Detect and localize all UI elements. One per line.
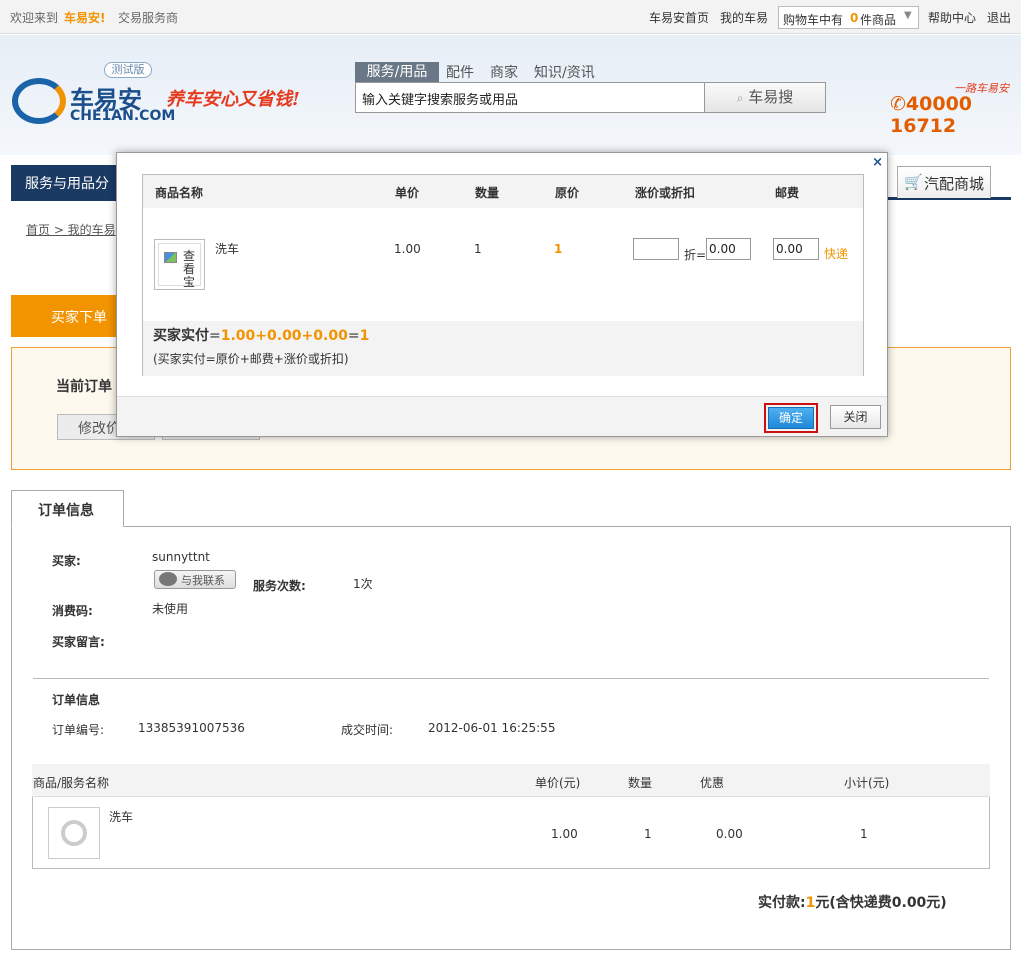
dth-name: 商品名称 [155,186,204,200]
service-provider-link[interactable]: 交易服务商 [118,9,178,26]
logout-link[interactable]: 退出 [987,9,1011,26]
deal-time-label: 成交时间: [341,723,394,737]
dth-adjust: 涨价或折扣 [635,186,696,200]
beta-badge: 测试版 [104,62,152,78]
discount-unit: 折= [684,248,707,262]
th-subtotal: 小计(元) [844,776,890,790]
dialog-item-orig: 1 [554,242,563,256]
order-info-section-title: 订单信息 [52,693,101,707]
formula-note: (买家实付=原价+邮费+涨价或折扣) [153,352,349,366]
th-discount: 优惠 [700,776,725,790]
dth-qty: 数量 [475,186,500,200]
buyer-label: 买家: [52,554,81,568]
order-no-label: 订单编号: [52,723,105,737]
cart-prefix: 购物车中有 [783,13,844,27]
buyer-pay-line: 买家实付=1.00+0.00+0.00=1 [153,328,370,344]
brand-link[interactable]: 车易安! [64,9,105,26]
help-link[interactable]: 帮助中心 [928,9,976,26]
cart-icon: 🛒 [904,173,923,191]
confirm-button-highlight[interactable]: 确定 [764,403,818,433]
th-unit-price: 单价(元) [535,776,581,790]
dialog-item-qty: 1 [474,242,482,256]
welcome-text: 欢迎来到 [10,11,59,25]
order-info-panel [11,526,1011,950]
modify-price-dialog: × 商品名称 单价 数量 原价 涨价或折扣 邮费 查看宝 洗车 1.00 1 1… [116,152,888,437]
th-quantity: 数量 [628,776,653,790]
cart-suffix: 件商品 [860,13,897,27]
item-price: 1.00 [551,827,578,841]
search-input[interactable]: 输入关键字搜索服务或用品 [355,82,705,113]
service-count-label: 服务次数: [253,579,306,593]
dialog-summary: 买家实付=1.00+0.00+0.00=1 (买家实付=原价+邮费+涨价或折扣) [143,321,863,376]
deal-time: 2012-06-01 16:25:55 [428,721,556,735]
order-no: 13385391007536 [138,721,245,735]
nav-category-menu[interactable]: 服务与用品分 [11,165,121,201]
chevron-down-icon: ▼ [904,10,912,21]
dth-price: 单价 [395,186,420,200]
order-info-tab[interactable]: 订单信息 [11,490,124,527]
consume-code-label: 消费码: [52,604,93,618]
item-name[interactable]: 洗车 [109,808,133,825]
cart-dropdown[interactable]: 购物车中有 0 件商品 ▼ [778,6,919,29]
home-link[interactable]: 车易安首页 [649,9,709,26]
service-count: 1次 [353,577,373,591]
discount-input[interactable] [633,238,679,260]
item-subtotal: 1 [860,827,868,841]
thumb-alt-text: 查看宝 [183,249,196,289]
discount-result-input[interactable] [706,238,751,260]
search-button-label: 车易搜 [748,88,794,106]
search-tab-parts[interactable]: 配件 [446,62,474,82]
image-icon [164,252,177,263]
dialog-item-thumbnail[interactable]: 查看宝 [154,239,205,290]
confirm-button[interactable]: 确定 [768,407,814,429]
dialog-table-header: 商品名称 单价 数量 原价 涨价或折扣 邮费 [143,175,863,208]
postage-input[interactable] [773,238,819,260]
my-cheyi-link[interactable]: 我的车易 [720,9,768,26]
phone-number: ✆40000 16712 [890,93,973,137]
current-order-label: 当前订单 [56,379,112,395]
close-icon[interactable]: × [872,155,883,170]
buyer-message-label: 买家留言: [52,635,105,649]
search-tab-services[interactable]: 服务/用品 [355,62,439,83]
section-divider [33,678,989,679]
breadcrumb[interactable]: 首页 > 我的车易 [26,221,116,238]
logo-domain: CHE1AN.COM [70,108,176,124]
dialog-item-name: 洗车 [215,242,240,256]
total-paid: 实付款:1元(含快递费0.00元) [758,895,947,911]
nav-parts-mall[interactable]: 🛒 汽配商城 [897,166,991,198]
contact-me-button[interactable]: 与我联系 [154,570,236,589]
buyer-order-tab[interactable]: 买家下单 [11,295,121,337]
slogan: 养车安心又省钱! [166,89,300,110]
dialog-item-price: 1.00 [394,242,421,256]
search-icon: ⌕ [736,91,744,105]
placeholder-logo-icon [61,820,87,846]
item-qty: 1 [644,827,652,841]
chat-icon [159,572,177,586]
close-button[interactable]: 关闭 [830,405,881,429]
postage-type: 快递 [824,247,849,261]
dialog-table: 商品名称 单价 数量 原价 涨价或折扣 邮费 查看宝 洗车 1.00 1 1 折… [142,174,864,376]
top-bar: 欢迎来到 车易安! 交易服务商 车易安首页 我的车易 购物车中有 0 件商品 ▼… [0,0,1021,34]
search-tab-knowledge[interactable]: 知识/资讯 [534,62,595,82]
item-discount: 0.00 [716,827,743,841]
item-thumbnail[interactable] [48,807,100,859]
dth-orig: 原价 [555,186,580,200]
logo-icon[interactable] [12,78,66,124]
phone-icon: ✆ [890,93,906,115]
consume-code: 未使用 [152,602,189,616]
search-button[interactable]: ⌕ 车易搜 [704,82,826,113]
dth-postage: 邮费 [775,186,800,200]
buyer-name: sunnyttnt [152,550,210,564]
th-item-name: 商品/服务名称 [33,776,110,790]
search-tab-merchants[interactable]: 商家 [490,62,518,82]
cart-count: 0 [850,11,859,25]
